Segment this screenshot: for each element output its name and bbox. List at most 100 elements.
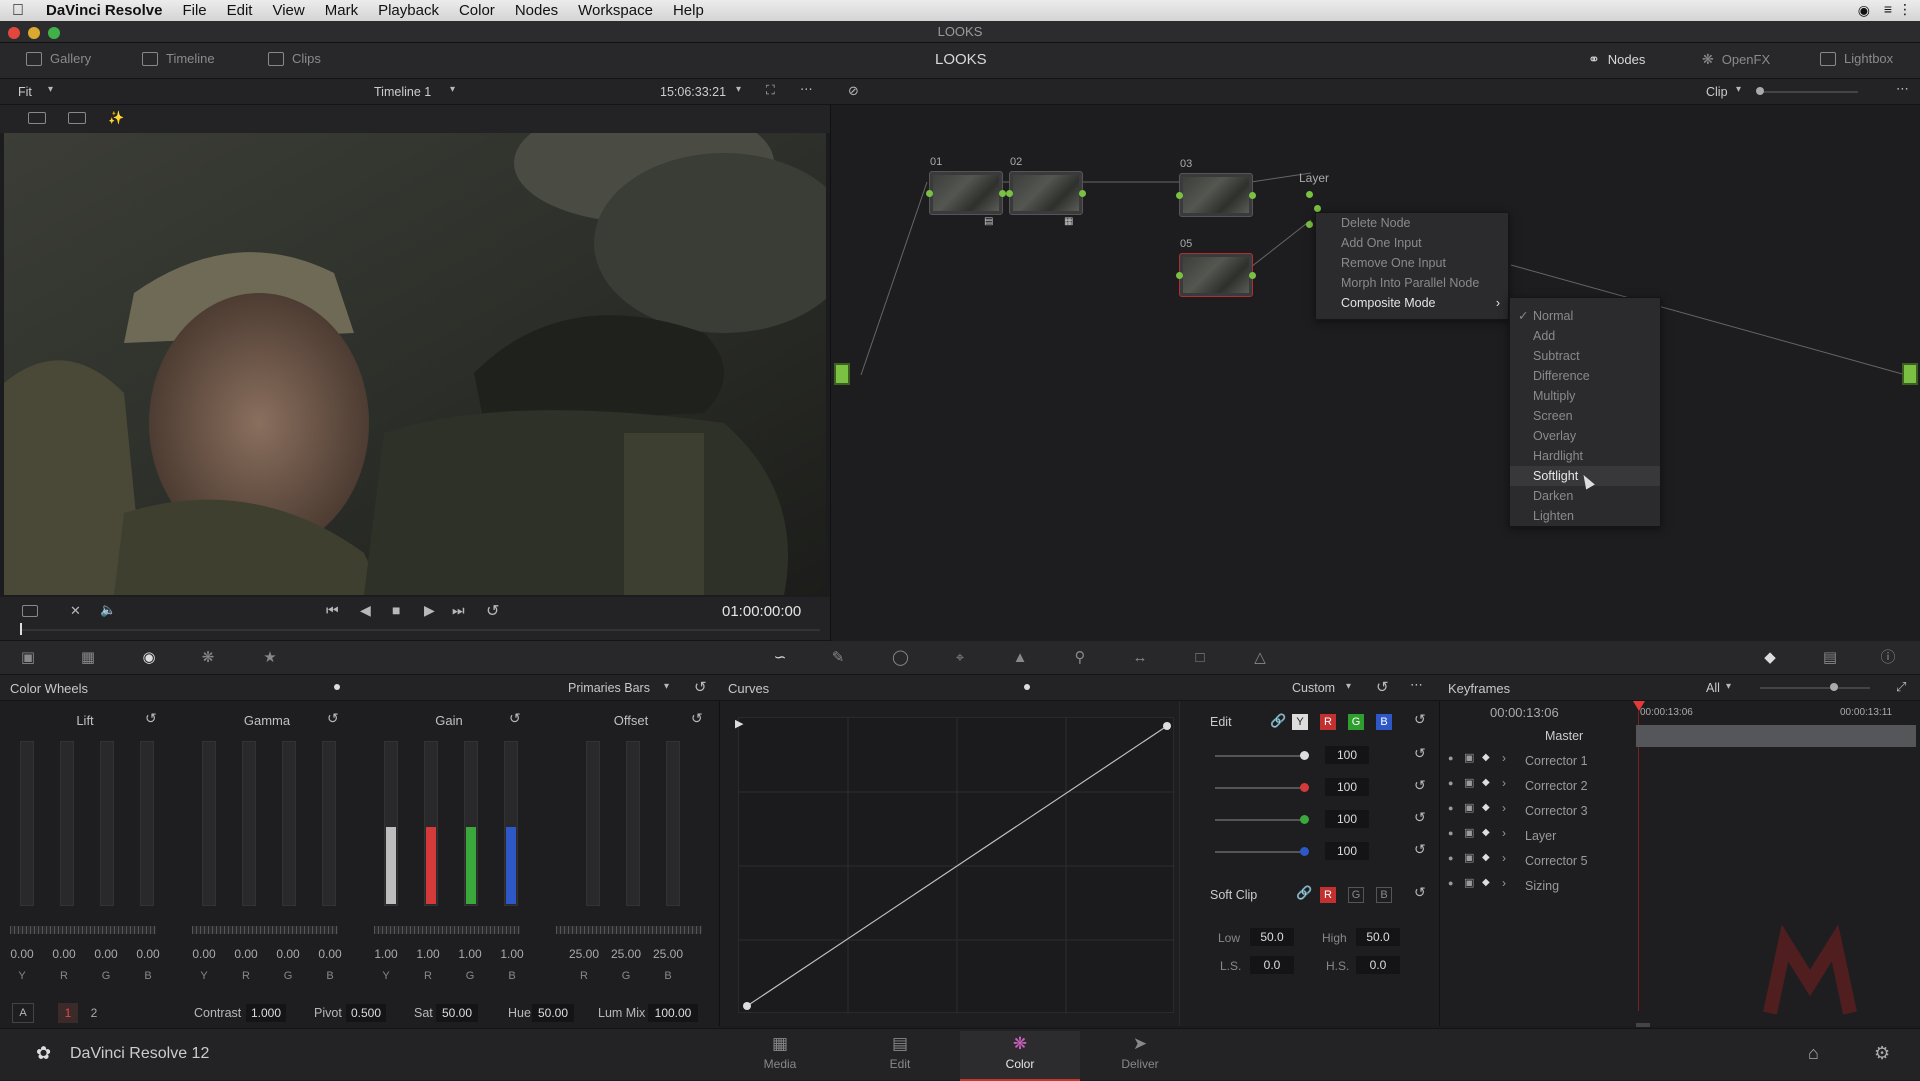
composite-hardlight[interactable]: Hardlight (1510, 446, 1660, 466)
reset-icon[interactable]: ↺ (1414, 884, 1426, 901)
offset-master-wheel[interactable] (556, 926, 702, 934)
intensity-y-slider[interactable] (1215, 755, 1305, 757)
curve-play-icon[interactable]: ▶ (735, 717, 743, 730)
chevron-down-icon[interactable]: ▾ (48, 84, 53, 95)
lift-y-bar[interactable] (20, 741, 34, 906)
loop-icon[interactable]: ↺ (486, 601, 499, 621)
menu-view[interactable]: View (262, 2, 314, 19)
keyframe-diamond-icon[interactable]: ◆ (1482, 852, 1490, 863)
notification-icon[interactable]: ◉ (1858, 2, 1870, 19)
more-options-icon[interactable]: ⋯ (1410, 677, 1423, 693)
layer-input-dot[interactable] (1306, 221, 1313, 228)
keyframe-diamond-icon[interactable]: ◆ (1482, 877, 1490, 888)
lift-y-value[interactable]: 0.00 (5, 947, 39, 961)
channel-g-toggle[interactable]: G (1348, 714, 1364, 730)
lift-g-value[interactable]: 0.00 (89, 947, 123, 961)
settings-icon[interactable]: ⚙ (1874, 1043, 1890, 1064)
node-output-dot[interactable] (1249, 272, 1256, 279)
menu-color[interactable]: Color (449, 2, 505, 19)
reset-icon[interactable]: ↺ (691, 710, 703, 727)
page-1-button[interactable]: 1 (58, 1003, 78, 1023)
chevron-right-icon[interactable]: › (1502, 851, 1506, 865)
reset-icon[interactable]: ↺ (1376, 678, 1389, 696)
reset-icon[interactable]: ↺ (1414, 745, 1426, 762)
track-enable-icon[interactable]: ● (1448, 853, 1453, 863)
reset-icon[interactable]: ↺ (327, 710, 339, 727)
lock-icon[interactable]: ▣ (1464, 851, 1474, 864)
sat-value[interactable]: 50.00 (436, 1004, 478, 1022)
menu-item-delete-node[interactable]: Delete Node (1316, 213, 1508, 233)
tab-edit[interactable]: ▤ Edit (840, 1031, 960, 1081)
lift-r-bar[interactable] (60, 741, 74, 906)
composite-overlay[interactable]: Overlay (1510, 426, 1660, 446)
gain-b-value[interactable]: 1.00 (495, 947, 529, 961)
curve-graph[interactable] (738, 717, 1175, 1014)
lift-r-value[interactable]: 0.00 (47, 947, 81, 961)
hs-value[interactable]: 0.0 (1356, 956, 1400, 974)
clips-button[interactable]: Clips (268, 51, 321, 66)
list-icon[interactable]: ⋮ (1898, 1, 1912, 18)
wipe-icon[interactable] (68, 112, 86, 124)
menu-nodes[interactable]: Nodes (505, 2, 568, 19)
gamma-r-bar[interactable] (242, 741, 256, 906)
menu-item-add-one-input[interactable]: Add One Input (1316, 233, 1508, 253)
node-input-dot[interactable] (1176, 192, 1183, 199)
node-input-dot[interactable] (926, 190, 933, 197)
reset-icon[interactable]: ↺ (694, 678, 707, 696)
nodes-button[interactable]: ⚭ Nodes (1588, 51, 1645, 68)
track-enable-icon[interactable]: ● (1448, 878, 1453, 888)
offset-g-value[interactable]: 25.00 (609, 947, 643, 961)
menu-file[interactable]: File (172, 2, 216, 19)
disable-icon[interactable]: ⊘ (848, 83, 859, 99)
chevron-right-icon[interactable]: › (1502, 776, 1506, 790)
gain-r-bar[interactable] (424, 741, 438, 906)
page-2-button[interactable]: 2 (84, 1003, 104, 1023)
softclip-r-toggle[interactable]: R (1320, 887, 1336, 903)
node-graph[interactable]: 01 ▤ 02 ▦ 03 05 Layer (830, 105, 1920, 641)
chevron-down-icon[interactable]: ▾ (736, 84, 741, 95)
node-03[interactable]: 03 (1176, 158, 1256, 217)
zoom-select[interactable]: Fit (18, 85, 32, 99)
page-dot[interactable] (334, 684, 340, 690)
layer-output-dot[interactable] (1314, 205, 1321, 212)
offset-r-value[interactable]: 25.00 (567, 947, 601, 961)
chevron-right-icon[interactable]: › (1502, 826, 1506, 840)
stop-icon[interactable]: ■ (392, 602, 400, 618)
composite-lighten[interactable]: Lighten (1510, 506, 1660, 526)
channel-y-toggle[interactable]: Y (1292, 714, 1308, 730)
curves-mode-select[interactable]: Custom (1292, 681, 1335, 695)
intensity-b-handle[interactable] (1300, 847, 1309, 856)
composite-normal[interactable]: ✓ Normal (1510, 306, 1660, 326)
menu-edit[interactable]: Edit (217, 2, 263, 19)
track-master[interactable]: Master (1440, 725, 1920, 750)
pivot-value[interactable]: 0.500 (346, 1004, 386, 1022)
menu-app[interactable]: DaVinci Resolve (36, 2, 172, 19)
menu-item-composite-mode[interactable]: Composite Mode › (1316, 293, 1508, 313)
gamma-g-bar[interactable] (282, 741, 296, 906)
play-icon[interactable]: ▶ (424, 602, 435, 619)
more-options-icon[interactable]: ⋯ (800, 81, 813, 96)
reset-icon[interactable]: ↺ (145, 710, 157, 727)
viewer-image[interactable] (4, 133, 826, 595)
menu-extras-icon[interactable]: ≡ (1884, 1, 1892, 17)
composite-multiply[interactable]: Multiply (1510, 386, 1660, 406)
gamma-g-value[interactable]: 0.00 (271, 947, 305, 961)
node-mode-select[interactable]: Clip (1706, 85, 1728, 99)
gallery-button[interactable]: Gallery (26, 51, 91, 66)
minimize-window-button[interactable] (28, 27, 40, 39)
intensity-b-slider[interactable] (1215, 851, 1305, 853)
highlight-icon[interactable]: ✨ (108, 110, 124, 126)
go-to-start-icon[interactable]: ⏮ (326, 602, 339, 619)
playhead[interactable] (20, 623, 22, 635)
rgb-mixer-icon[interactable]: ❋ (200, 650, 216, 666)
color-match-icon[interactable]: ▦ (80, 650, 96, 666)
tab-color[interactable]: ❋ Color (960, 1031, 1080, 1081)
reset-icon[interactable]: ↺ (1414, 809, 1426, 826)
lock-icon[interactable]: ▣ (1464, 751, 1474, 764)
lift-g-bar[interactable] (100, 741, 114, 906)
softclip-b-toggle[interactable]: B (1376, 887, 1392, 903)
menu-help[interactable]: Help (663, 2, 714, 19)
chevron-right-icon[interactable]: › (1502, 751, 1506, 765)
scrub-bar[interactable] (20, 629, 820, 631)
lock-icon[interactable]: ▣ (1464, 776, 1474, 789)
